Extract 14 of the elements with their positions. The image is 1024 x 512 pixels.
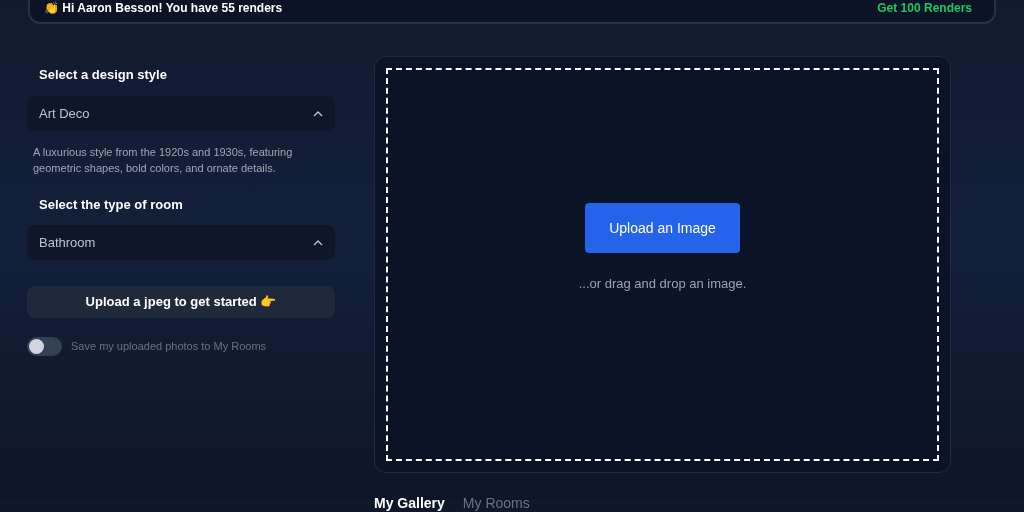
room-type-dropdown[interactable]: Bathroom <box>27 225 335 260</box>
upload-hint-button[interactable]: Upload a jpeg to get started 👉 <box>27 286 335 318</box>
design-style-dropdown[interactable]: Art Deco <box>27 96 335 131</box>
tab[interactable]: My Gallery <box>374 493 445 512</box>
greeting-text: 👏 Hi Aaron Besson! You have 55 renders <box>44 0 283 17</box>
tab[interactable]: My Rooms <box>462 493 530 512</box>
drag-drop-hint: ...or drag and drop an image. <box>578 275 747 294</box>
get-renders-link[interactable]: Get 100 Renders <box>877 0 972 17</box>
section-label: Select the type of room <box>39 196 184 213</box>
style-description: A luxurious style from the 1920s and 1930s, featuring geometric shapes, bold colors, and ornate details. <box>33 145 294 176</box>
section-label: Select a design style <box>39 66 168 83</box>
dropzone-panel[interactable]: Upload an Image ...or drag and drop an image. <box>374 56 951 473</box>
toggle-label: Save my uploaded photos to My Rooms <box>71 339 267 355</box>
upload-image-button[interactable]: Upload an Image <box>585 203 740 254</box>
